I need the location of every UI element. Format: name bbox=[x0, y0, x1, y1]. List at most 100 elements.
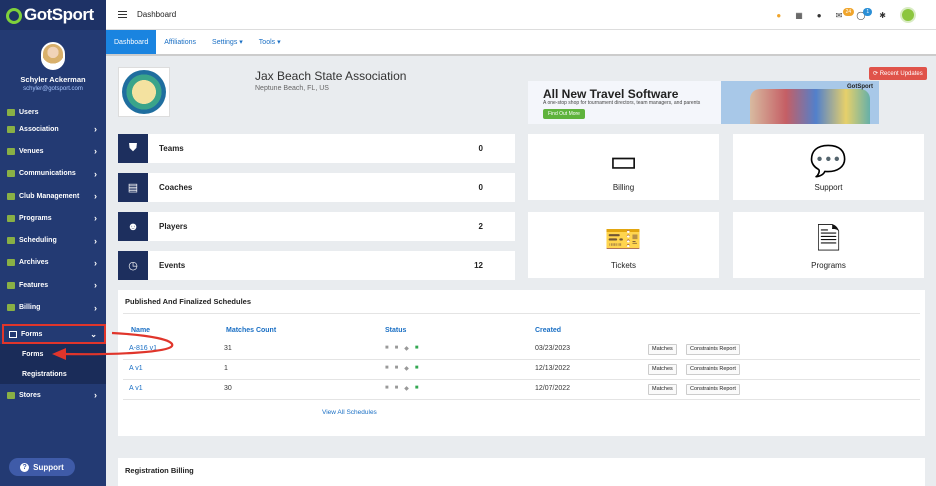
image-icon: ■ bbox=[414, 365, 419, 371]
sidebar-item-users[interactable]: Users bbox=[0, 104, 106, 118]
tab-tools[interactable]: Tools ▾ bbox=[251, 30, 289, 54]
divider bbox=[123, 313, 920, 314]
sidebar-item-communications[interactable]: Communications › bbox=[0, 163, 106, 185]
sub-nav: Dashboard Affiliations Settings ▾ Tools … bbox=[106, 30, 936, 56]
column-header-name[interactable]: Name bbox=[131, 327, 150, 334]
column-header-status[interactable]: Status bbox=[385, 327, 406, 334]
constraints-report-button[interactable]: Constraints Report bbox=[686, 364, 740, 375]
mail-count-badge: 24 bbox=[842, 7, 855, 16]
stat-events[interactable]: ◷ Events 12 bbox=[118, 251, 515, 280]
comments-icon: 💬 bbox=[809, 145, 848, 178]
app-logo[interactable]: GotSport bbox=[0, 0, 106, 30]
tile-billing[interactable]: ▭ Billing bbox=[528, 134, 719, 200]
sidebar-item-label: Forms bbox=[21, 330, 43, 338]
sidebar-item-scheduling[interactable]: Scheduling › bbox=[0, 229, 106, 251]
ticket-icon: 🎫 bbox=[604, 223, 643, 256]
sidebar-item-forms[interactable]: Forms ⌄ bbox=[2, 324, 106, 344]
constraints-report-button[interactable]: Constraints Report bbox=[686, 344, 740, 355]
chevron-right-icon: › bbox=[94, 280, 97, 291]
sidebar-item-venues[interactable]: Venues › bbox=[0, 140, 106, 162]
sidebar-item-label: Programs bbox=[19, 214, 52, 222]
banner-photo bbox=[750, 89, 870, 124]
find-out-more-button[interactable]: Find Out More bbox=[543, 109, 585, 119]
avatar[interactable] bbox=[41, 42, 65, 70]
chat-icon[interactable]: ◯ 1 bbox=[856, 7, 873, 20]
sidebar-item-association[interactable]: Association › bbox=[0, 118, 106, 140]
user-name: Schyler Ackerman bbox=[20, 75, 86, 84]
promo-banner[interactable]: All New Travel Software A one-stop shop … bbox=[528, 81, 879, 124]
chevron-right-icon: › bbox=[94, 191, 97, 202]
tab-dashboard[interactable]: Dashboard bbox=[106, 30, 157, 54]
support-button[interactable]: ? Support bbox=[9, 458, 75, 476]
view-all-schedules-link[interactable]: View All Schedules bbox=[322, 409, 377, 416]
stat-coaches[interactable]: ▤ Coaches 0 bbox=[118, 173, 515, 202]
registration-billing-title: Registration Billing bbox=[125, 466, 194, 475]
sidebar-item-billing[interactable]: Billing › bbox=[0, 296, 106, 318]
stat-value: 12 bbox=[474, 261, 483, 270]
user-email[interactable]: schyler@gotsport.com bbox=[0, 86, 106, 92]
help-icon[interactable]: ● bbox=[776, 11, 781, 20]
gear-icon[interactable]: ✱ bbox=[879, 11, 886, 20]
mail-icon[interactable]: ✉ 24 bbox=[836, 7, 855, 20]
sidebar-item-stores[interactable]: Stores › bbox=[0, 384, 106, 406]
registration-billing-panel: Registration Billing bbox=[118, 458, 925, 486]
org-avatar[interactable] bbox=[900, 7, 916, 23]
chevron-right-icon: › bbox=[94, 124, 97, 135]
sidebar-item-features[interactable]: Features › bbox=[0, 274, 106, 296]
bookmark-icon: ■ bbox=[385, 385, 389, 391]
user-icon[interactable]: ● bbox=[817, 11, 822, 20]
column-header-created[interactable]: Created bbox=[535, 327, 561, 334]
schedule-name-link[interactable]: A v1 bbox=[129, 365, 143, 372]
tile-label: Tickets bbox=[610, 261, 637, 270]
stat-players[interactable]: ☻ Players 2 bbox=[118, 212, 515, 241]
bookmark-icon: ■ bbox=[385, 345, 389, 351]
app-logo-text: GotSport bbox=[24, 5, 94, 24]
tab-settings[interactable]: Settings ▾ bbox=[204, 30, 251, 54]
status-icons: ■ ■ ◆ ■ bbox=[385, 345, 419, 352]
recent-updates-button[interactable]: ⟳ Recent Updates bbox=[869, 67, 927, 80]
sidebar-item-programs[interactable]: Programs › bbox=[0, 207, 106, 229]
matches-button[interactable]: Matches bbox=[648, 344, 677, 355]
schedule-name-link[interactable]: A-816 v1 bbox=[129, 345, 157, 352]
table-row: A v1 1 ■ ■ ◆ ■ 12/13/2022 Matches Constrain… bbox=[123, 360, 920, 380]
chat-count-badge: 1 bbox=[863, 7, 873, 16]
sidebar-subitem-registrations[interactable]: Registrations bbox=[0, 364, 106, 384]
credit-card-icon bbox=[7, 304, 15, 312]
matches-button[interactable]: Matches bbox=[648, 384, 677, 395]
banner-subtitle: A one-stop shop for tournament directors… bbox=[543, 100, 701, 106]
created-date: 03/23/2023 bbox=[535, 345, 571, 352]
matches-button[interactable]: Matches bbox=[648, 364, 677, 375]
stat-teams[interactable]: ⛊ Teams 0 bbox=[118, 134, 515, 163]
chevron-right-icon: › bbox=[94, 168, 97, 179]
sidebar-subitem-forms[interactable]: Forms bbox=[0, 344, 106, 364]
book-icon: ▤ bbox=[118, 173, 148, 202]
tile-programs[interactable]: 🗎 Programs bbox=[733, 212, 924, 278]
hamburger-menu-icon[interactable] bbox=[118, 11, 127, 18]
banner-logo: GotSport bbox=[847, 84, 873, 90]
stat-value: 0 bbox=[478, 183, 483, 192]
org-seal-image bbox=[122, 70, 166, 114]
list-icon bbox=[7, 214, 15, 222]
tab-affiliations[interactable]: Affiliations bbox=[156, 30, 204, 54]
sidebar-item-label: Club Management bbox=[19, 192, 80, 200]
sidebar-item-club-management[interactable]: Club Management › bbox=[0, 185, 106, 207]
tag-icon: ◆ bbox=[404, 346, 409, 352]
schedules-panel: Published And Finalized Schedules Name M… bbox=[118, 290, 925, 436]
sidebar-item-archives[interactable]: Archives › bbox=[0, 252, 106, 274]
clock-icon: ◷ bbox=[118, 251, 148, 280]
sidebar-item-label: Scheduling bbox=[19, 237, 57, 245]
gotsport-logo-icon bbox=[6, 8, 22, 24]
schedule-name-link[interactable]: A v1 bbox=[129, 385, 143, 392]
tile-tickets[interactable]: 🎫 Tickets bbox=[528, 212, 719, 278]
chat-icon bbox=[7, 170, 15, 178]
archive-icon bbox=[7, 259, 15, 267]
constraints-report-button[interactable]: Constraints Report bbox=[686, 384, 740, 395]
chevron-right-icon: › bbox=[94, 302, 97, 313]
table-row: A-816 v1 31 ■ ■ ◆ ■ 03/23/2023 Matches Cons… bbox=[123, 340, 920, 360]
grid-icon[interactable]: ▦ bbox=[795, 11, 803, 20]
user-profile: Schyler Ackerman schyler@gotsport.com bbox=[0, 30, 106, 102]
column-header-matches-count[interactable]: Matches Count bbox=[226, 327, 276, 334]
status-icons: ■ ■ ◆ ■ bbox=[385, 365, 419, 372]
tile-support[interactable]: 💬 Support bbox=[733, 134, 924, 200]
users-icon: ☻ bbox=[118, 212, 148, 241]
